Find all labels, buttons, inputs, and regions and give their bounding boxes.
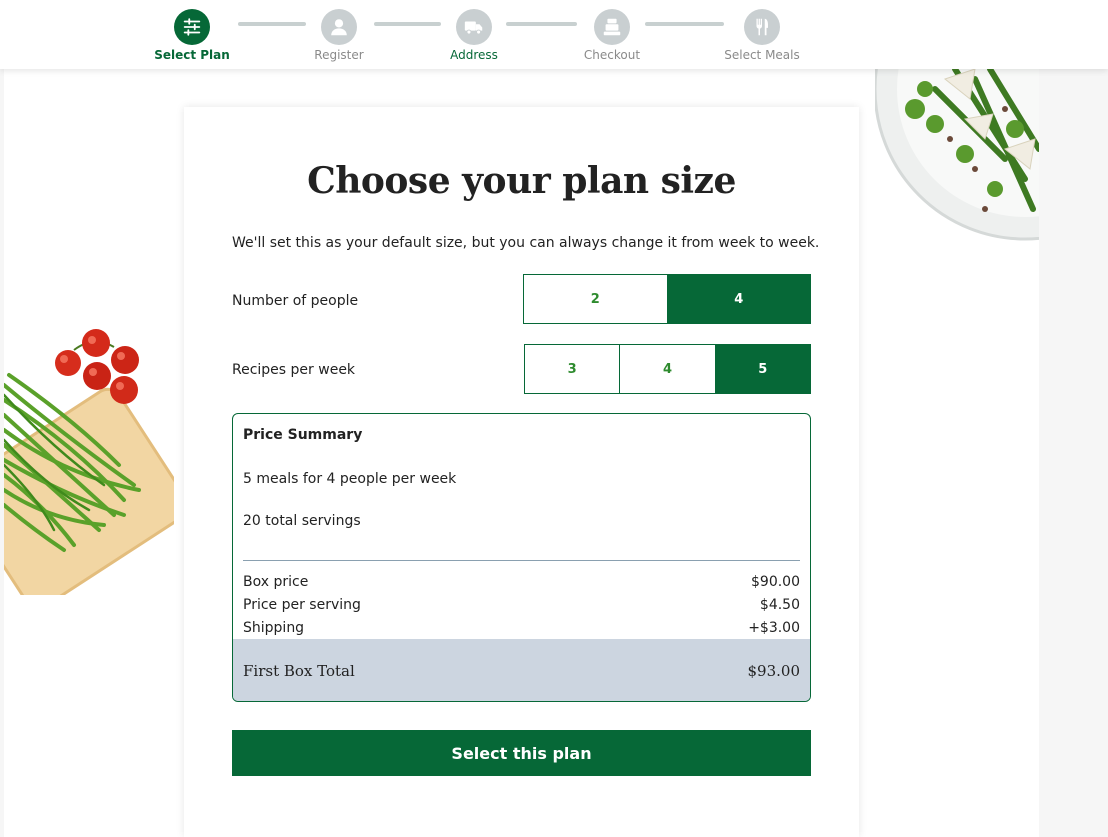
recipes-option-3[interactable]: 3 bbox=[524, 344, 621, 394]
step-label: Checkout bbox=[583, 48, 641, 62]
price-summary-title: Price Summary bbox=[243, 427, 363, 443]
step-checkout[interactable]: Checkout bbox=[557, 9, 667, 62]
step-select-plan[interactable]: Select Plan bbox=[137, 9, 247, 62]
step-register[interactable]: Register bbox=[284, 9, 394, 62]
recipes-option-4[interactable]: 4 bbox=[620, 344, 716, 394]
recipes-option-5[interactable]: 5 bbox=[715, 344, 811, 394]
cash-register-icon bbox=[594, 9, 630, 45]
shipping-row: Shipping +$3.00 bbox=[243, 620, 800, 636]
step-address[interactable]: Address bbox=[419, 9, 529, 62]
first-box-total: First Box Total $93.00 bbox=[233, 639, 810, 701]
total-value: $93.00 bbox=[747, 662, 801, 680]
step-label: Select Plan bbox=[154, 48, 230, 62]
fork-knife-icon bbox=[744, 9, 780, 45]
meals-summary: 5 meals for 4 people per week bbox=[243, 471, 457, 487]
user-icon bbox=[321, 9, 357, 45]
box-price-row: Box price $90.00 bbox=[243, 574, 800, 590]
select-plan-button[interactable]: Select this plan bbox=[232, 730, 811, 776]
servings-summary: 20 total servings bbox=[243, 513, 361, 529]
step-select-meals[interactable]: Select Meals bbox=[707, 9, 817, 62]
truck-icon bbox=[456, 9, 492, 45]
people-selector: 2 4 bbox=[523, 274, 811, 324]
people-option-2[interactable]: 2 bbox=[523, 274, 668, 324]
step-label: Register bbox=[314, 48, 364, 62]
shipping-value: +$3.00 bbox=[748, 620, 800, 636]
price-per-serving-label: Price per serving bbox=[243, 597, 361, 613]
sliders-icon bbox=[174, 9, 210, 45]
salad-plate-image bbox=[875, 69, 1039, 241]
recipes-label: Recipes per week bbox=[232, 362, 356, 378]
page-title: Choose your plan size bbox=[307, 160, 736, 202]
step-label: Select Meals bbox=[724, 48, 800, 62]
total-label: First Box Total bbox=[243, 662, 355, 680]
people-option-4[interactable]: 4 bbox=[667, 274, 811, 324]
shipping-label: Shipping bbox=[243, 620, 305, 636]
summary-divider bbox=[243, 560, 800, 561]
step-label: Address bbox=[450, 48, 498, 62]
box-price-value: $90.00 bbox=[751, 574, 800, 590]
price-per-serving-row: Price per serving $4.50 bbox=[243, 597, 800, 613]
green-beans-image bbox=[0, 325, 190, 610]
checkout-stepper: Select Plan Register Address Checkout Se… bbox=[0, 0, 1108, 69]
recipes-selector: 3 4 5 bbox=[524, 344, 811, 394]
price-per-serving-value: $4.50 bbox=[759, 597, 800, 613]
price-summary: Price Summary 5 meals for 4 people per w… bbox=[232, 413, 811, 702]
box-price-label: Box price bbox=[243, 574, 309, 590]
people-label: Number of people bbox=[232, 293, 359, 309]
page-subtitle: We'll set this as your default size, but… bbox=[232, 235, 820, 251]
